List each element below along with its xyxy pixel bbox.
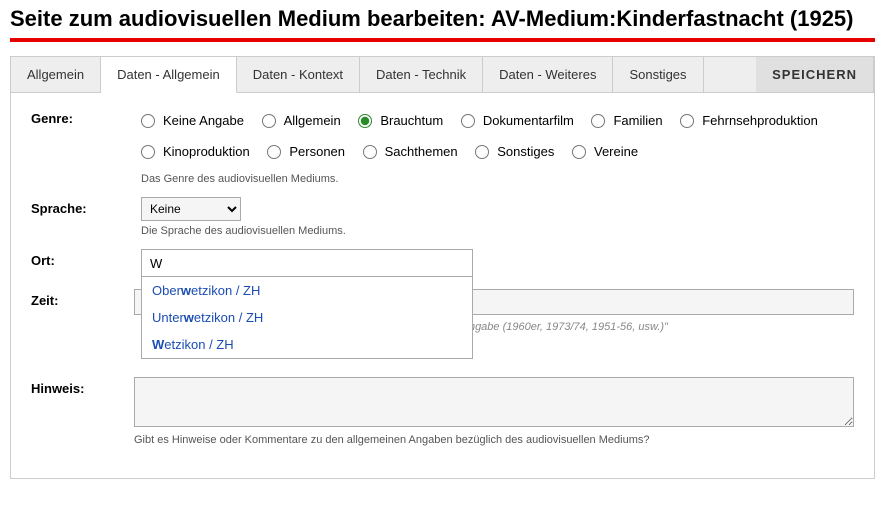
genre-radio-input[interactable] <box>461 114 475 128</box>
genre-radio-item[interactable]: Brauchtum <box>358 107 443 135</box>
genre-radio-input[interactable] <box>262 114 276 128</box>
genre-radio-label: Sachthemen <box>385 138 458 166</box>
sprache-select[interactable]: Keine <box>141 197 241 221</box>
tab-daten-kontext[interactable]: Daten - Kontext <box>237 57 360 92</box>
row-genre: Genre: Keine Angabe Allgemein Brauchtum … <box>31 107 854 185</box>
label-genre: Genre: <box>31 107 141 185</box>
genre-radio-item[interactable]: Kinoproduktion <box>141 138 250 166</box>
ort-autocomplete-dropdown: Oberwetzikon / ZHUnterwetzikon / ZHWetzi… <box>141 277 473 359</box>
genre-radio-label: Familien <box>613 107 662 135</box>
genre-radio-label: Fehrnsehproduktion <box>702 107 818 135</box>
tab-sonstiges[interactable]: Sonstiges <box>613 57 703 92</box>
label-hinweis: Hinweis: <box>31 377 134 446</box>
row-hinweis: Hinweis: Gibt es Hinweise oder Kommentar… <box>31 377 854 446</box>
genre-radio-input[interactable] <box>141 145 155 159</box>
genre-radio-input[interactable] <box>475 145 489 159</box>
genre-radio-item[interactable]: Vereine <box>572 138 638 166</box>
genre-radio-input[interactable] <box>680 114 694 128</box>
genre-radio-item[interactable]: Sachthemen <box>363 138 458 166</box>
genre-radio-input[interactable] <box>358 114 372 128</box>
form-body: Genre: Keine Angabe Allgemein Brauchtum … <box>11 93 874 478</box>
genre-radio-item[interactable]: Sonstiges <box>475 138 554 166</box>
page-title: Seite zum audiovisuellen Medium bearbeit… <box>0 0 885 38</box>
help-sprache: Die Sprache des audiovisuellen Mediums. <box>141 225 854 237</box>
help-genre: Das Genre des audiovisuellen Mediums. <box>141 173 854 185</box>
tab-daten-allgemein[interactable]: Daten - Allgemein <box>101 57 237 93</box>
genre-radio-input[interactable] <box>572 145 586 159</box>
ort-autocomplete-item[interactable]: Unterwetzikon / ZH <box>142 304 472 331</box>
row-ort: Ort: Oberwetzikon / ZHUnterwetzikon / ZH… <box>31 249 854 277</box>
genre-radio-label: Dokumentarfilm <box>483 107 574 135</box>
genre-radio-input[interactable] <box>591 114 605 128</box>
genre-radio-group: Keine Angabe Allgemein Brauchtum Dokumen… <box>141 107 854 169</box>
genre-radio-input[interactable] <box>267 145 281 159</box>
save-button[interactable]: SPEICHERN <box>756 57 874 92</box>
genre-radio-item[interactable]: Personen <box>267 138 345 166</box>
help-hinweis: Gibt es Hinweise oder Kommentare zu den … <box>134 434 854 446</box>
genre-radio-label: Sonstiges <box>497 138 554 166</box>
ort-autocomplete-item[interactable]: Oberwetzikon / ZH <box>142 277 472 304</box>
genre-radio-item[interactable]: Allgemein <box>262 107 341 135</box>
genre-radio-label: Brauchtum <box>380 107 443 135</box>
tab-daten-technik[interactable]: Daten - Technik <box>360 57 483 92</box>
form-panel: Allgemein Daten - Allgemein Daten - Kont… <box>10 56 875 479</box>
tab-daten-weiteres[interactable]: Daten - Weiteres <box>483 57 613 92</box>
genre-radio-item[interactable]: Familien <box>591 107 662 135</box>
label-sprache: Sprache: <box>31 197 141 237</box>
hinweis-textarea[interactable] <box>134 377 854 427</box>
genre-radio-input[interactable] <box>363 145 377 159</box>
genre-radio-label: Kinoproduktion <box>163 138 250 166</box>
genre-radio-input[interactable] <box>141 114 155 128</box>
ort-input[interactable] <box>141 249 473 277</box>
label-zeit: Zeit: <box>31 289 134 315</box>
label-ort: Ort: <box>31 249 141 277</box>
ort-autocomplete-item[interactable]: Wetzikon / ZH <box>142 331 472 358</box>
genre-radio-item[interactable]: Keine Angabe <box>141 107 244 135</box>
genre-radio-label: Vereine <box>594 138 638 166</box>
genre-radio-label: Allgemein <box>284 107 341 135</box>
tab-allgemein[interactable]: Allgemein <box>11 57 101 92</box>
genre-radio-label: Keine Angabe <box>163 107 244 135</box>
genre-radio-item[interactable]: Fehrnsehproduktion <box>680 107 818 135</box>
genre-radio-item[interactable]: Dokumentarfilm <box>461 107 574 135</box>
title-divider <box>10 38 875 42</box>
genre-radio-label: Personen <box>289 138 345 166</box>
row-sprache: Sprache: Keine Die Sprache des audiovisu… <box>31 197 854 237</box>
tab-bar: Allgemein Daten - Allgemein Daten - Kont… <box>11 57 874 93</box>
